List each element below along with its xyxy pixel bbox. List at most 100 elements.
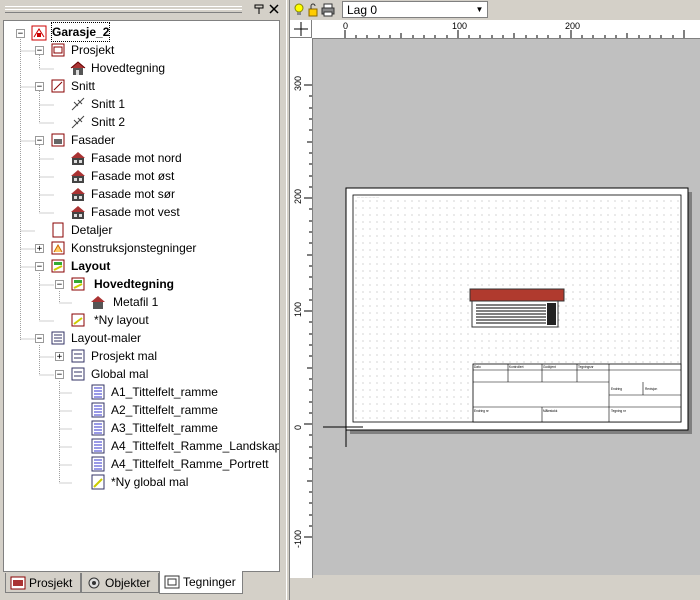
- lightbulb-icon[interactable]: [293, 3, 305, 17]
- project-tab-icon: [10, 576, 26, 589]
- layout-sheet-icon: [71, 277, 85, 291]
- tree-expand-toggle[interactable]: +: [55, 352, 64, 362]
- tree-node-ny-layout[interactable]: *Ny layout: [94, 311, 149, 329]
- drawing-tree[interactable]: − Garasje_2 − Prosjekt Hovedtegning − Sn…: [3, 20, 280, 572]
- tree-node-metafil[interactable]: Metafil 1: [113, 293, 158, 311]
- tree-node-detaljer[interactable]: Detaljer: [71, 221, 112, 239]
- svg-text:— — — — — —: — — — — — —: [357, 195, 379, 199]
- panel-grip[interactable]: [5, 6, 242, 13]
- title-block-cell: Endring nr: [474, 409, 490, 413]
- panel-header: [0, 0, 286, 18]
- tree-node-a4-landskap[interactable]: A4_Tittelfelt_Ramme_Landskap: [111, 437, 279, 455]
- tree-expand-toggle[interactable]: +: [35, 244, 44, 254]
- tree-node-fasade-vest[interactable]: Fasade mot vest: [91, 203, 180, 221]
- tree-node-ny-global-mal[interactable]: *Ny global mal: [111, 473, 188, 491]
- templates-icon: [51, 331, 65, 345]
- tree-collapse-toggle[interactable]: −: [35, 136, 44, 146]
- facade-icon: [71, 152, 85, 165]
- ruler-v-label: 200: [293, 188, 303, 204]
- details-icon: [52, 222, 64, 238]
- tree-node-snitt2[interactable]: Snitt 2: [91, 113, 125, 131]
- pin-icon[interactable]: [252, 3, 265, 15]
- section-icon: [71, 115, 85, 129]
- tree-collapse-toggle[interactable]: −: [16, 29, 25, 39]
- template-icon: [91, 456, 105, 472]
- tab-objekter[interactable]: Objekter: [81, 573, 159, 593]
- chevron-down-icon[interactable]: ▼: [473, 3, 486, 16]
- title-block-cell: Tegning nr: [611, 409, 627, 413]
- tree-node-hovedtegning[interactable]: Hovedtegning: [91, 59, 165, 77]
- tree-node-layout-maler[interactable]: Layout-maler: [71, 329, 141, 347]
- title-block-cell: Målestokk: [543, 409, 558, 413]
- ruler-v-label: 100: [293, 301, 303, 317]
- lock-icon[interactable]: [308, 3, 318, 17]
- tree-collapse-toggle[interactable]: −: [35, 334, 44, 344]
- layout-icon: [51, 259, 65, 273]
- horizontal-ruler-ticks: [344, 30, 685, 38]
- close-icon[interactable]: [267, 3, 280, 15]
- layer-select-value: Lag 0: [347, 3, 378, 17]
- drawings-tab-icon: [164, 575, 180, 589]
- drawing-view: Lag 0 ▼ 0 100 200 300 200 100 0 -100 — —…: [290, 0, 700, 600]
- ruler-h-label: 200: [565, 21, 581, 31]
- tree-node-snitt[interactable]: Snitt: [71, 77, 95, 95]
- new-layout-icon: [71, 313, 85, 327]
- tree-node-konstruksjon[interactable]: Konstruksjonstegninger: [71, 239, 196, 257]
- facade-folder-icon: [51, 133, 65, 147]
- printer-icon[interactable]: [321, 3, 335, 17]
- tab-tegninger[interactable]: Tegninger: [159, 571, 243, 594]
- tree-collapse-toggle[interactable]: −: [35, 262, 44, 272]
- project-panel: − Garasje_2 − Prosjekt Hovedtegning − Sn…: [0, 0, 286, 600]
- panel-tabs: Prosjekt Objekter Tegninger: [3, 571, 281, 595]
- tree-node-layout[interactable]: Layout: [71, 257, 110, 275]
- tree-node-a2[interactable]: A2_Tittelfelt_ramme: [111, 401, 218, 419]
- tree-collapse-toggle[interactable]: −: [35, 82, 44, 92]
- tree-node-layout-hovedtegning[interactable]: Hovedtegning: [94, 275, 174, 293]
- new-template-icon: [91, 474, 105, 490]
- section-icon: [71, 97, 85, 111]
- tree-collapse-toggle[interactable]: −: [55, 280, 64, 290]
- tab-prosjekt[interactable]: Prosjekt: [5, 573, 81, 593]
- facade-icon: [71, 206, 85, 219]
- tree-node-fasade-sor[interactable]: Fasade mot sør: [91, 185, 175, 203]
- template-icon: [91, 420, 105, 436]
- tree-collapse-toggle[interactable]: −: [35, 46, 44, 56]
- tree-node-prosjekt-mal[interactable]: Prosjekt mal: [91, 347, 157, 365]
- project-root-icon: [31, 25, 47, 41]
- template-icon: [91, 402, 105, 418]
- tree-node-snitt1[interactable]: Snitt 1: [91, 95, 125, 113]
- facade-icon: [71, 170, 85, 183]
- tree-node-prosjekt[interactable]: Prosjekt: [71, 41, 114, 59]
- crosshair-icon[interactable]: [290, 20, 312, 38]
- horizontal-ruler: 0 100 200: [312, 20, 700, 39]
- ruler-v-label: 300: [293, 75, 303, 91]
- tab-tegninger-label: Tegninger: [183, 575, 236, 589]
- sheet-drawing: — — — — — — Dato Kontrollert Godkjent Te…: [323, 187, 692, 447]
- tree-node-a3[interactable]: A3_Tittelfelt_ramme: [111, 419, 218, 437]
- tree-node-a1[interactable]: A1_Tittelfelt_ramme: [111, 383, 218, 401]
- tab-prosjekt-label: Prosjekt: [29, 575, 73, 590]
- ruler-h-label: 100: [452, 21, 468, 31]
- tree-node-a4-portrett[interactable]: A4_Tittelfelt_Ramme_Portrett: [111, 455, 269, 473]
- layer-select[interactable]: Lag 0 ▼: [342, 1, 488, 18]
- tree-node-fasader[interactable]: Fasader: [71, 131, 115, 149]
- tree-node-fasade-ost[interactable]: Fasade mot øst: [91, 167, 174, 185]
- ruler-v-label: -100: [293, 529, 303, 548]
- title-block-cell: Godkjent: [543, 365, 556, 369]
- drawing-canvas[interactable]: — — — — — — Dato Kontrollert Godkjent Te…: [313, 39, 700, 575]
- vertical-ruler: 300 200 100 0 -100: [290, 38, 313, 578]
- ruler-corner: [290, 20, 312, 38]
- title-block-cell: Dato: [474, 365, 481, 369]
- template-folder-icon: [71, 349, 85, 363]
- objects-tab-icon: [88, 577, 100, 588]
- template-icon: [91, 438, 105, 454]
- project-folder-icon: [51, 43, 65, 57]
- layer-toolbar: Lag 0 ▼: [290, 0, 700, 20]
- tree-node-global-mal[interactable]: Global mal: [91, 365, 148, 383]
- tree-collapse-toggle[interactable]: −: [55, 370, 64, 380]
- tree-node-fasade-nord[interactable]: Fasade mot nord: [91, 149, 182, 167]
- construction-icon: [51, 241, 65, 255]
- tab-objekter-label: Objekter: [105, 575, 151, 590]
- tree-node-root[interactable]: Garasje_2: [50, 22, 111, 42]
- section-folder-icon: [51, 79, 65, 93]
